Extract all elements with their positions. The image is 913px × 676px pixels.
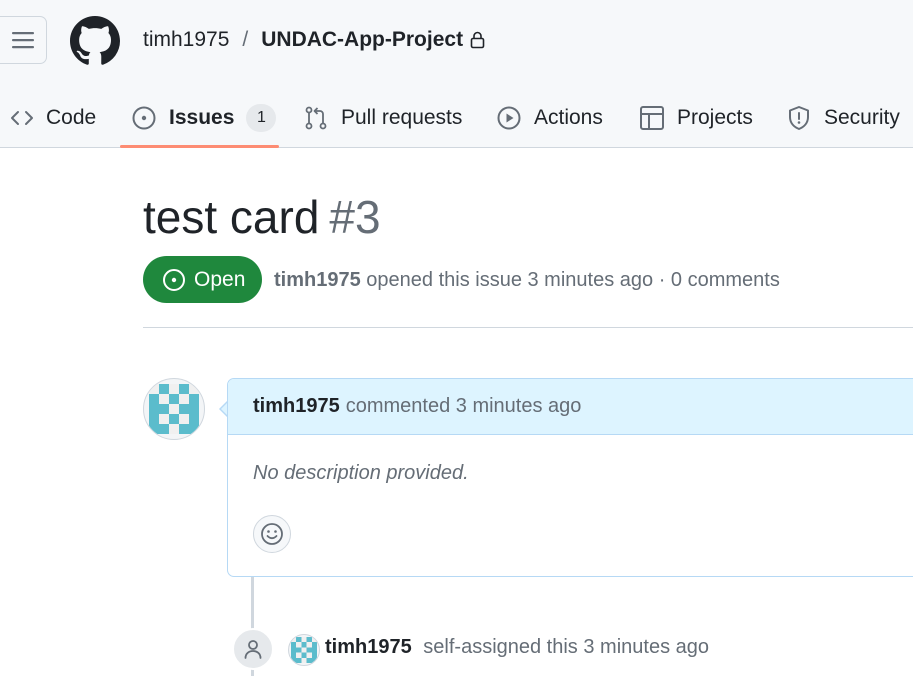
code-icon <box>11 111 33 125</box>
repo-header: timh1975 / UNDAC-App-Project Code Issues… <box>0 0 913 148</box>
comment-body: No description provided. <box>253 462 469 484</box>
breadcrumb-separator: / <box>242 28 249 51</box>
event-description: self-assigned this 3 minutes ago <box>423 636 709 658</box>
issues-counter: 1 <box>246 104 277 132</box>
tab-actions-label: Actions <box>534 106 603 129</box>
issue-state-label: Open <box>194 267 246 291</box>
tab-pull-requests[interactable]: Pull requests <box>303 88 462 148</box>
tab-projects[interactable]: Projects <box>639 88 753 148</box>
issue-title-text: test card <box>143 191 320 243</box>
person-icon <box>232 628 274 670</box>
header-divider <box>143 327 913 328</box>
repo-link[interactable]: UNDAC-App-Project <box>261 28 463 52</box>
tab-actions[interactable]: Actions <box>496 88 603 148</box>
tab-security-label: Security <box>824 106 900 129</box>
comment-timestamp[interactable]: commented 3 minutes ago <box>346 395 582 418</box>
repo-nav-tabs: Code Issues 1 Pull requests Actions Proj… <box>0 88 913 148</box>
menu-button[interactable] <box>0 16 47 64</box>
issue-state-badge: Open <box>143 256 262 303</box>
github-logo-icon[interactable] <box>70 16 120 66</box>
git-pull-request-icon <box>305 106 327 130</box>
issue-opened-icon <box>132 106 156 130</box>
tab-issues-label: Issues <box>169 106 235 129</box>
breadcrumb: timh1975 / UNDAC-App-Project <box>143 28 485 52</box>
play-icon <box>497 106 521 130</box>
issue-opened-icon <box>163 268 185 291</box>
smiley-icon <box>261 523 283 545</box>
issue-meta: timh1975 opened this issue 3 minutes ago… <box>274 269 780 292</box>
avatar[interactable] <box>143 378 205 440</box>
comment-header: timh1975 commented 3 minutes ago <box>228 379 913 435</box>
event-author-link[interactable]: timh1975 <box>325 636 412 658</box>
owner-link[interactable]: timh1975 <box>143 28 229 52</box>
tab-code[interactable]: Code <box>10 88 96 148</box>
comment-box: timh1975 commented 3 minutes ago No desc… <box>227 378 913 577</box>
selected-tab-underline <box>120 145 279 148</box>
identicon-avatar-icon <box>149 384 199 434</box>
tab-pull-requests-label: Pull requests <box>341 106 463 129</box>
issue-meta-text: opened this issue 3 minutes ago · 0 comm… <box>366 269 780 291</box>
add-reaction-button[interactable] <box>253 515 291 553</box>
avatar-small[interactable] <box>288 634 320 666</box>
tab-issues[interactable]: Issues 1 <box>131 88 277 148</box>
tab-projects-label: Projects <box>677 106 753 129</box>
tab-security[interactable]: Security <box>786 88 900 148</box>
identicon-avatar-icon <box>291 637 317 663</box>
table-icon <box>640 106 664 130</box>
lock-icon <box>470 31 485 49</box>
timeline-event: timh1975 self-assigned this 3 minutes ag… <box>325 636 709 659</box>
shield-icon <box>789 106 809 130</box>
issue-number: #3 <box>329 191 381 243</box>
hamburger-icon <box>12 32 34 49</box>
tab-code-label: Code <box>46 106 97 129</box>
issue-author-link[interactable]: timh1975 <box>274 269 361 291</box>
comment-author-link[interactable]: timh1975 <box>253 395 340 418</box>
issue-title: test card #3 <box>143 190 381 244</box>
